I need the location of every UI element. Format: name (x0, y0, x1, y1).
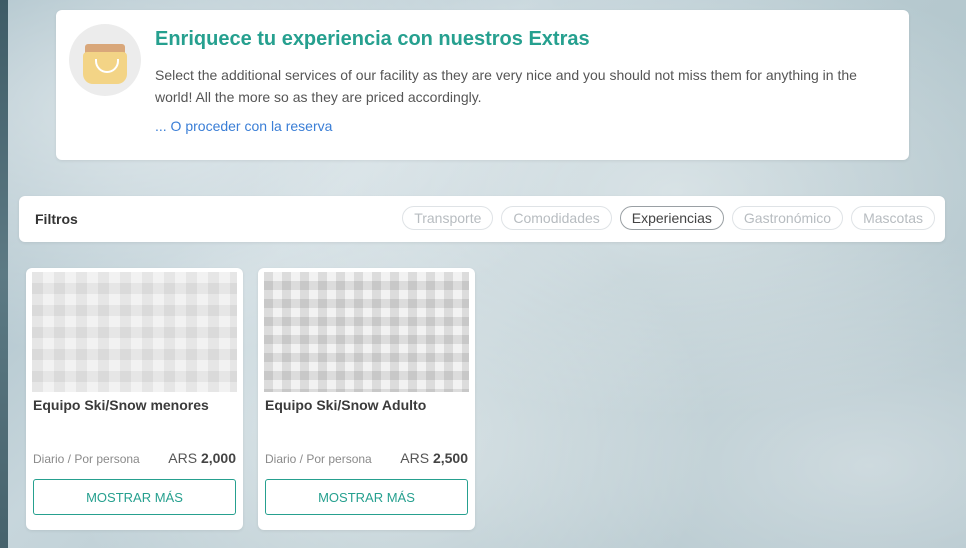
extras-banner: Enriquece tu experiencia con nuestros Ex… (56, 10, 909, 160)
filter-chip-mascotas[interactable]: Mascotas (851, 206, 935, 230)
product-price: ARS 2,000 (168, 450, 236, 466)
banner-description: Select the additional services of our fa… (155, 67, 857, 105)
jar-icon (69, 24, 141, 96)
jar-body (83, 52, 127, 84)
filter-chip-transporte[interactable]: Transporte (402, 206, 494, 230)
filters-label: Filtros (35, 211, 78, 227)
product-price: ARS 2,500 (400, 450, 468, 466)
product-title: Equipo Ski/Snow menores (33, 397, 209, 413)
product-image (32, 272, 237, 392)
filter-chip-gastronomico[interactable]: Gastronómico (731, 206, 844, 230)
product-card: Equipo Ski/Snow menores Diario / Por per… (26, 268, 243, 530)
product-title: Equipo Ski/Snow Adulto (265, 397, 427, 413)
banner-title: Enriquece tu experiencia con nuestros Ex… (155, 28, 590, 50)
price-currency: ARS (400, 450, 430, 466)
product-unit: Diario / Por persona (265, 452, 372, 466)
filter-chips: Transporte Comodidades Experiencias Gast… (402, 206, 935, 230)
price-currency: ARS (168, 450, 198, 466)
background-edge (0, 0, 8, 548)
filter-chip-comodidades[interactable]: Comodidades (501, 206, 612, 230)
product-unit: Diario / Por persona (33, 452, 140, 466)
product-card: Equipo Ski/Snow Adulto Diario / Por pers… (258, 268, 475, 530)
filter-chip-experiencias[interactable]: Experiencias (619, 206, 724, 230)
price-amount: 2,500 (432, 450, 468, 466)
price-amount: 2,000 (200, 450, 236, 466)
filters-bar: Filtros Transporte Comodidades Experienc… (19, 196, 945, 242)
show-more-button[interactable]: MOSTRAR MÁS (265, 479, 468, 515)
proceed-reservation-link[interactable]: ... O proceder con la reserva (155, 118, 332, 134)
show-more-button[interactable]: MOSTRAR MÁS (33, 479, 236, 515)
jar-smile (95, 59, 119, 73)
product-image (264, 272, 469, 392)
